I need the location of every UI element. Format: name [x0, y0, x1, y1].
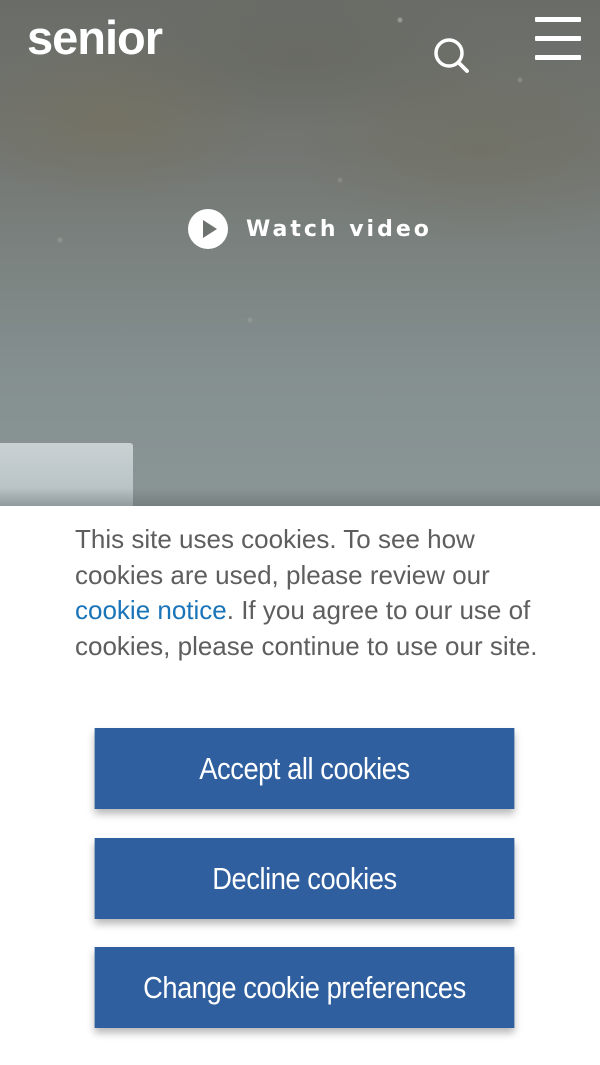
search-button[interactable]: [431, 36, 471, 76]
hero-bottom-shade: [0, 488, 600, 506]
cookie-message-text-1: This site uses cookies. To see how cooki…: [75, 524, 490, 590]
play-icon: [188, 209, 228, 249]
hamburger-menu-icon[interactable]: [533, 16, 583, 62]
decline-cookies-button[interactable]: Decline cookies: [94, 838, 515, 919]
site-logo[interactable]: senior: [27, 14, 163, 62]
change-cookie-preferences-button[interactable]: Change cookie preferences: [94, 947, 515, 1028]
cookie-banner: This site uses cookies. To see how cooki…: [0, 506, 600, 1065]
cookie-notice-link[interactable]: cookie notice: [75, 595, 227, 625]
watch-video-button[interactable]: Watch video: [188, 208, 432, 250]
hero-texture: [0, 0, 600, 506]
watch-video-label: Watch video: [246, 216, 432, 242]
search-icon: [434, 38, 469, 73]
hero-video-background: senior Watch video: [0, 0, 600, 506]
accept-all-cookies-button[interactable]: Accept all cookies: [94, 728, 515, 809]
cookie-message: This site uses cookies. To see how cooki…: [75, 522, 545, 664]
